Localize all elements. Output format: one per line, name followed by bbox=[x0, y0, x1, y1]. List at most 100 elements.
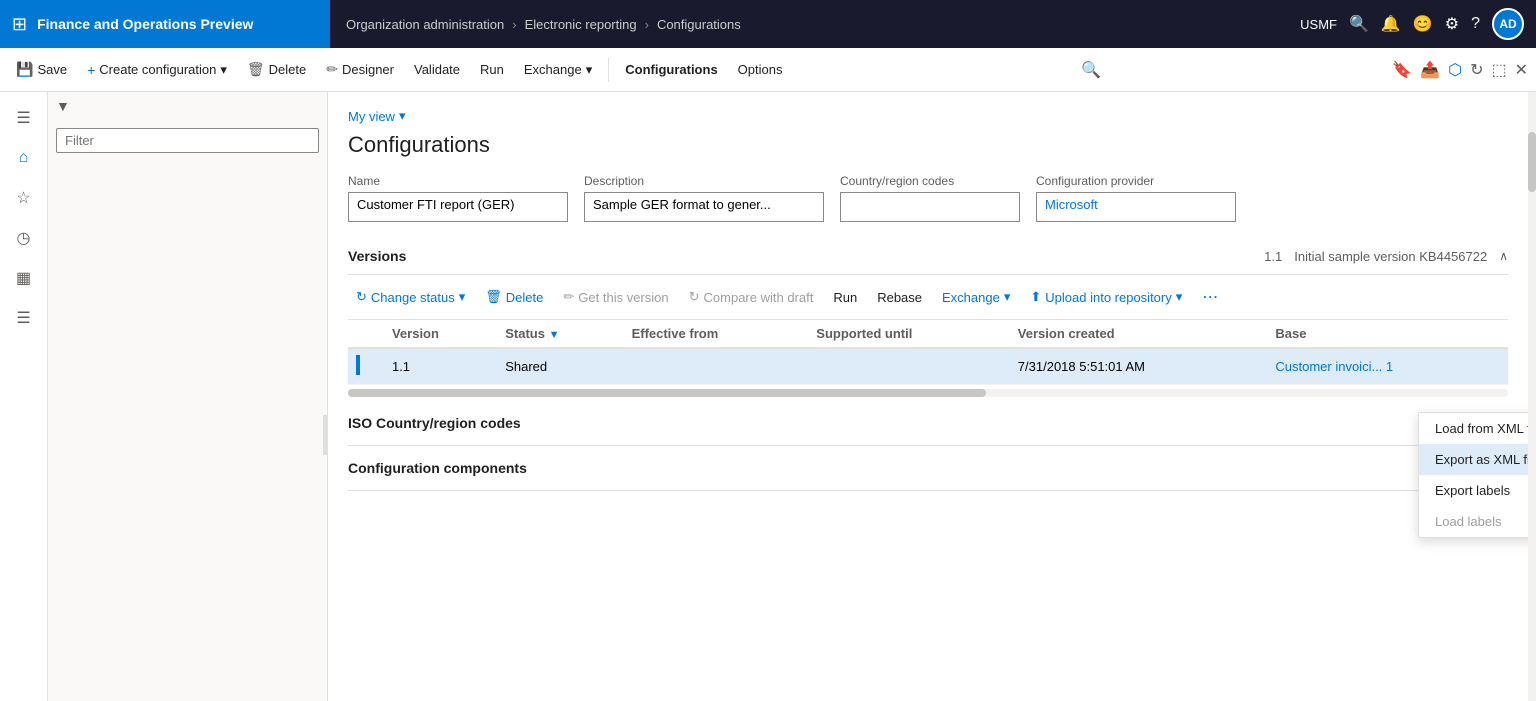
star-side-icon[interactable]: ☆ bbox=[6, 180, 42, 216]
provider-field: Configuration provider Microsoft bbox=[1036, 174, 1236, 222]
run-version-button[interactable]: Run bbox=[825, 286, 865, 309]
description-input[interactable]: Sample GER format to gener... bbox=[584, 192, 824, 222]
refresh-icon[interactable]: ↻ bbox=[1470, 60, 1483, 80]
clock-side-icon[interactable]: ◷ bbox=[6, 220, 42, 256]
exchange-toolbar-button[interactable]: Exchange ▾ bbox=[516, 58, 600, 82]
country-label: Country/region codes bbox=[840, 174, 1020, 188]
upload-repository-button[interactable]: ⬆ Upload into repository ▾ bbox=[1022, 285, 1190, 309]
country-field: Country/region codes bbox=[840, 174, 1020, 222]
app-title: Finance and Operations Preview bbox=[37, 16, 253, 32]
name-input[interactable]: Customer FTI report (GER) bbox=[348, 192, 568, 222]
configurations-button[interactable]: Configurations bbox=[617, 58, 725, 81]
compare-icon: ↻ bbox=[689, 289, 700, 305]
provider-label: Configuration provider bbox=[1036, 174, 1236, 188]
table-row[interactable]: 1.1 Shared 7/31/2018 5:51:01 AM Customer… bbox=[348, 348, 1508, 385]
save-button[interactable]: 💾 Save bbox=[8, 57, 75, 82]
save-icon: 💾 bbox=[16, 61, 33, 78]
notification-icon[interactable]: 🔔 bbox=[1381, 14, 1401, 34]
badge-icon: ⬡ bbox=[1448, 60, 1462, 80]
name-field: Name Customer FTI report (GER) bbox=[348, 174, 568, 222]
right-scrollbar[interactable] bbox=[1528, 92, 1536, 701]
col-header-version[interactable]: Version bbox=[384, 320, 497, 348]
get-this-version-button[interactable]: ✏ Get this version bbox=[555, 285, 676, 309]
tree-content: ▼ Customer invoicing model Customer FTI … bbox=[48, 161, 327, 169]
view-label: My view bbox=[348, 109, 395, 124]
dropdown-item-export-xml[interactable]: Export as XML file bbox=[1419, 444, 1528, 475]
row-status-cell: Shared bbox=[497, 348, 623, 385]
col-header-version-created[interactable]: Version created bbox=[1010, 320, 1268, 348]
help-icon[interactable]: ? bbox=[1471, 15, 1480, 33]
share-icon[interactable]: 📤 bbox=[1420, 60, 1440, 80]
breadcrumb-item-2[interactable]: Electronic reporting bbox=[525, 17, 637, 32]
versions-section-header[interactable]: Versions 1.1 Initial sample version KB44… bbox=[348, 238, 1508, 275]
toolbar: 💾 Save + Create configuration ▾ 🗑 Delete… bbox=[0, 48, 1536, 92]
rebase-button[interactable]: Rebase bbox=[869, 286, 930, 309]
tree-filter-icon[interactable]: ▼ bbox=[56, 98, 70, 114]
app-grid-icon[interactable]: ⊞ bbox=[12, 14, 27, 35]
designer-button[interactable]: ✏ Designer bbox=[318, 57, 402, 82]
toolbar-right-icons: 🔖 📤 ⬡ ↻ ⬚ ✕ bbox=[1392, 60, 1528, 80]
col-header-status[interactable]: Status ▼ bbox=[497, 320, 623, 348]
exchange-version-button[interactable]: Exchange ▾ bbox=[934, 285, 1018, 309]
home-side-icon[interactable]: ⌂ bbox=[6, 140, 42, 176]
config-components-header[interactable]: Configuration components ∨ bbox=[348, 446, 1508, 490]
iso-section-header[interactable]: ISO Country/region codes ∨ bbox=[348, 401, 1508, 445]
top-bar: ⊞ Finance and Operations Preview Organiz… bbox=[0, 0, 1536, 48]
settings-icon[interactable]: ⚙ bbox=[1445, 14, 1459, 34]
change-status-chevron: ▾ bbox=[459, 289, 466, 305]
config-components-section: Configuration components ∨ bbox=[348, 446, 1508, 491]
change-status-button[interactable]: ↻ Change status ▾ bbox=[348, 285, 473, 309]
tree-filter-input[interactable] bbox=[56, 128, 319, 153]
view-chevron-icon: ▾ bbox=[399, 108, 406, 124]
resize-handle[interactable] bbox=[323, 415, 327, 455]
table-header-row: Version Status ▼ Effective from Supporte… bbox=[348, 320, 1508, 348]
run-toolbar-button[interactable]: Run bbox=[472, 58, 512, 81]
row-effective-from-cell bbox=[624, 348, 809, 385]
col-header-base[interactable]: Base bbox=[1267, 320, 1508, 348]
right-scrollbar-thumb[interactable] bbox=[1528, 132, 1536, 192]
toolbar-separator-1 bbox=[608, 58, 609, 82]
tree-resize-handle[interactable] bbox=[48, 169, 327, 701]
col-header-effective-from[interactable]: Effective from bbox=[624, 320, 809, 348]
provider-input[interactable]: Microsoft bbox=[1036, 192, 1236, 222]
base-link[interactable]: Customer invoici... 1 bbox=[1275, 359, 1393, 374]
open-new-icon[interactable]: ⬚ bbox=[1491, 60, 1506, 80]
avatar[interactable]: AD bbox=[1492, 8, 1524, 40]
search-toolbar-icon[interactable]: 🔍 bbox=[1081, 62, 1101, 79]
calendar-side-icon[interactable]: ▦ bbox=[6, 260, 42, 296]
delete-toolbar-button[interactable]: 🗑 Delete bbox=[239, 57, 314, 82]
smiley-icon[interactable]: 😊 bbox=[1413, 14, 1433, 34]
hamburger-icon[interactable]: ☰ bbox=[6, 100, 42, 136]
validate-button[interactable]: Validate bbox=[406, 58, 468, 81]
status-filter-icon[interactable]: ▼ bbox=[549, 329, 560, 341]
close-toolbar-icon[interactable]: ✕ bbox=[1515, 60, 1528, 80]
tree-panel: ▼ ▼ Customer invoicing model Customer FT… bbox=[48, 92, 328, 701]
breadcrumb-item-1[interactable]: Organization administration bbox=[346, 17, 504, 32]
delete-version-button[interactable]: 🗑 Delete bbox=[477, 285, 551, 309]
iso-section-title: ISO Country/region codes bbox=[348, 415, 521, 431]
list-side-icon[interactable]: ☰ bbox=[6, 300, 42, 336]
country-input[interactable] bbox=[840, 192, 1020, 222]
version-number: 1.1 bbox=[1264, 249, 1282, 264]
get-version-icon: ✏ bbox=[563, 289, 574, 305]
horizontal-scrollbar-thumb[interactable] bbox=[348, 389, 986, 397]
compare-with-draft-button[interactable]: ↻ Compare with draft bbox=[681, 285, 822, 309]
col-header-supported-until[interactable]: Supported until bbox=[808, 320, 1010, 348]
search-icon[interactable]: 🔍 bbox=[1349, 14, 1369, 34]
bookmark-icon[interactable]: 🔖 bbox=[1392, 60, 1412, 80]
view-selector[interactable]: My view ▾ bbox=[348, 108, 1508, 124]
upload-icon: ⬆ bbox=[1030, 289, 1041, 305]
breadcrumb: Organization administration › Electronic… bbox=[330, 17, 1288, 32]
form-fields: Name Customer FTI report (GER) Descripti… bbox=[348, 174, 1508, 222]
dropdown-item-load-xml[interactable]: Load from XML file bbox=[1419, 413, 1528, 444]
create-configuration-button[interactable]: + Create configuration ▾ bbox=[79, 58, 235, 82]
options-button[interactable]: Options bbox=[730, 58, 791, 81]
breadcrumb-chevron-1: › bbox=[512, 17, 516, 32]
horizontal-scrollbar[interactable] bbox=[348, 389, 1508, 397]
more-actions-button[interactable]: ⋯ bbox=[1194, 283, 1226, 311]
row-supported-until-cell bbox=[808, 348, 1010, 385]
upload-chevron-icon: ▾ bbox=[1176, 289, 1183, 305]
breadcrumb-item-3[interactable]: Configurations bbox=[657, 17, 741, 32]
versions-title: Versions bbox=[348, 248, 406, 264]
dropdown-item-export-labels[interactable]: Export labels bbox=[1419, 475, 1528, 506]
